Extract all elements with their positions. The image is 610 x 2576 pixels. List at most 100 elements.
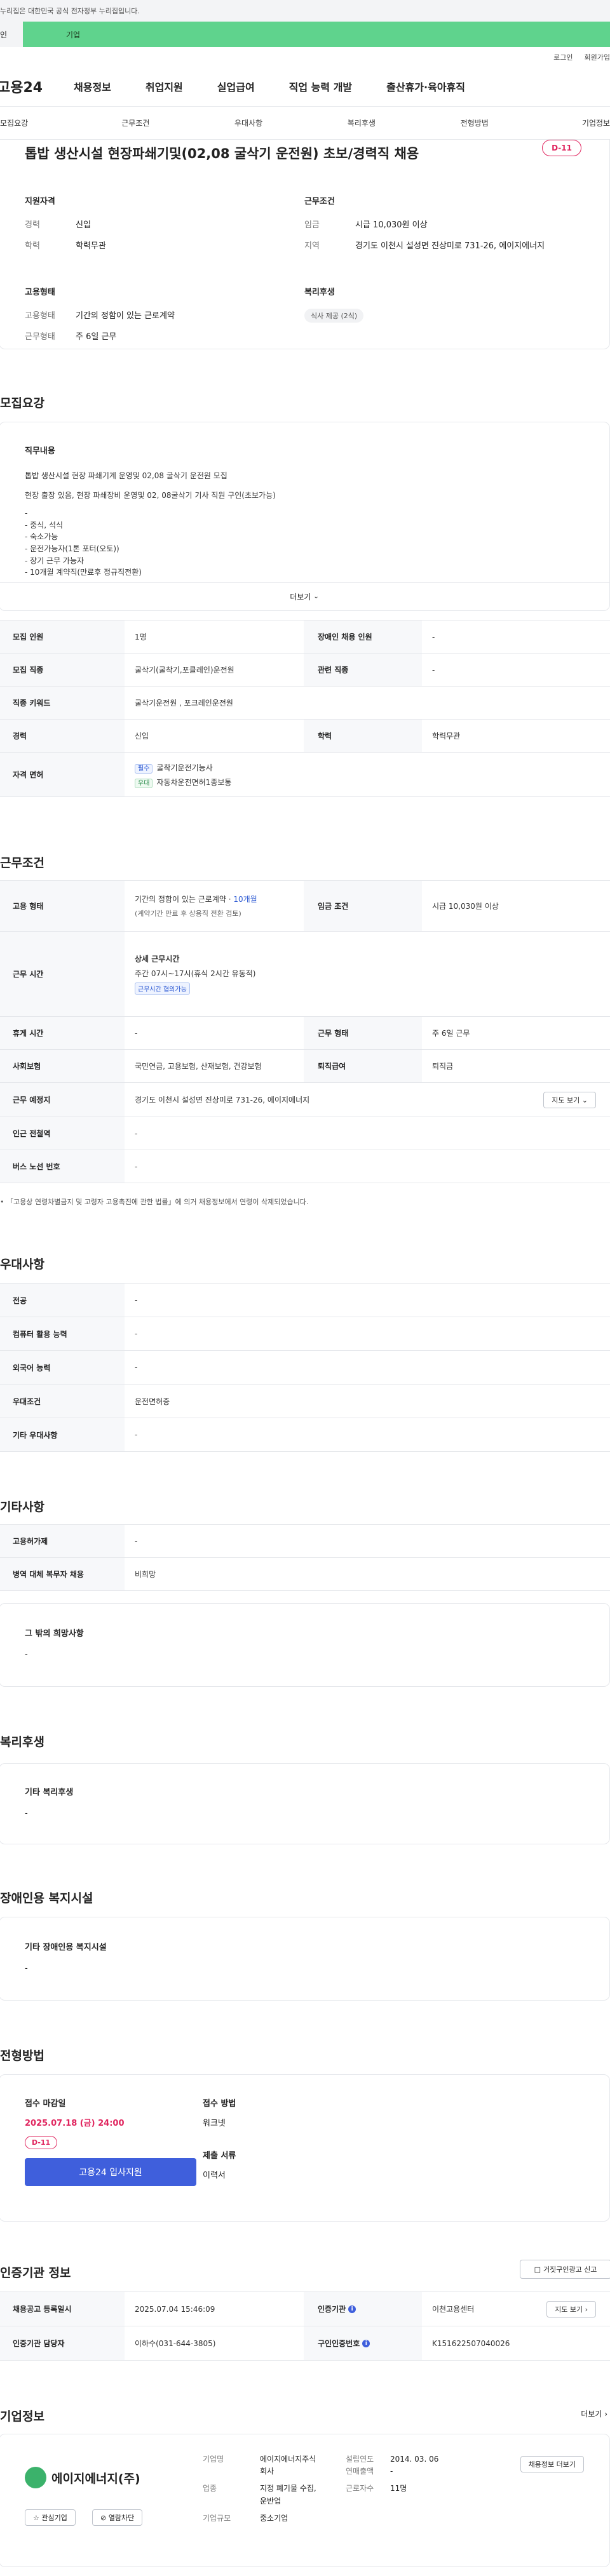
more-label: 더보기 xyxy=(290,593,311,601)
preferred-tag: 우대 xyxy=(135,778,153,788)
chevron-right-icon: › xyxy=(585,2305,588,2314)
table-header: 병역 대체 복무자 채용 xyxy=(0,1558,125,1590)
table-cell: - xyxy=(135,1028,138,1038)
table-header: 근무 시간 xyxy=(0,932,125,1016)
block-view-button[interactable]: ⊘ 열람차단 xyxy=(92,2509,143,2526)
table-cell: - xyxy=(135,1536,138,1546)
agency-cell: 이천고용센터 지도 보기 › xyxy=(422,2292,610,2326)
table-header: 근무 형태 xyxy=(304,1017,422,1049)
table-cell: - xyxy=(135,1363,138,1372)
agency-value: 이천고용센터 xyxy=(432,2305,475,2314)
table-cell: - xyxy=(135,1329,138,1338)
tab-company[interactable]: 기업정보 xyxy=(531,117,610,128)
qual-label: 학력 xyxy=(25,241,40,251)
hours-heading: 상세 근무시간 xyxy=(135,955,180,963)
map-button-label: 지도 보기 xyxy=(552,1096,580,1104)
dday-badge: D-11 xyxy=(542,140,581,156)
qual-value: 학력무관 xyxy=(76,241,106,251)
site-logo[interactable]: 고용24 xyxy=(0,76,74,97)
recruit-section-title: 모집요강 xyxy=(0,396,44,410)
tab-conditions[interactable]: 근무조건 xyxy=(79,117,192,128)
interest-company-button[interactable]: ☆ 관심기업 xyxy=(25,2509,76,2526)
gnb-item-unemployment[interactable]: 실업급여 xyxy=(217,79,255,94)
welfare-value: - xyxy=(25,1809,28,1818)
qual-value: 신입 xyxy=(76,220,91,230)
table-cell: 운전면허증 xyxy=(135,1397,170,1406)
block-icon: ⊘ xyxy=(100,2514,109,2522)
star-icon: ☆ xyxy=(33,2514,42,2522)
table-header: 학력 xyxy=(304,720,422,752)
info-icon[interactable]: i xyxy=(348,2305,356,2313)
etc-other-box: 그 밖의 희망사항 - xyxy=(0,1603,610,1687)
tab-process[interactable]: 전형방법 xyxy=(418,117,531,128)
apply-button[interactable]: 고용24 입사지원 xyxy=(25,2158,196,2186)
company-more-link[interactable]: 더보기 › xyxy=(581,2408,607,2419)
table-cell: - xyxy=(135,1129,138,1138)
company-more-label: 더보기 xyxy=(581,2410,602,2418)
table-header: 인증기관 i xyxy=(304,2292,422,2326)
info-icon[interactable]: i xyxy=(362,2339,370,2347)
table-header: 근무 예정지 xyxy=(0,1083,125,1117)
table-cell: - xyxy=(432,665,435,674)
map-button[interactable]: 지도 보기 ⌄ xyxy=(543,1091,596,1108)
more-button[interactable]: 더보기 ⌄ xyxy=(0,582,609,610)
recruit-table: 모집 인원 1명 장애인 채용 인원 - 모집 직종 굴삭기(굴착기,포클레인)… xyxy=(0,620,610,797)
desc-line: 톱밥 생산시설 현장 파쇄기계 운영및 02,08 굴삭기 운전원 모집 xyxy=(25,471,227,480)
bullet-icon: • xyxy=(0,1198,6,1206)
report-label: 거짓구인광고 신고 xyxy=(543,2265,597,2274)
tab-welfare[interactable]: 복리후생 xyxy=(305,117,418,128)
utility-links: 로그인 회원가입 xyxy=(0,47,610,66)
qual-label: 경력 xyxy=(25,220,40,230)
table-header: 전공 xyxy=(0,1284,125,1317)
table-header: 고용허가제 xyxy=(0,1525,125,1557)
disability-heading: 기타 장애인용 복지시설 xyxy=(25,1943,107,1952)
table-cell: K151622507040026 xyxy=(432,2338,510,2348)
tab-recruit[interactable]: 모집요강 xyxy=(0,117,79,128)
tab-preference[interactable]: 우대사항 xyxy=(192,117,305,128)
false-ad-report-button[interactable]: □ 거짓구인광고 신고 xyxy=(520,2260,610,2279)
table-cell: 국민연금, 고용보험, 산재보험, 건강보험 xyxy=(135,1062,262,1071)
employees-label: 근로자수 xyxy=(346,2484,374,2493)
company-jobs-button[interactable]: 채용정보 더보기 xyxy=(520,2456,584,2472)
condition-block: 근무조건 임금 시급 10,030원 이상 지역 경기도 이천시 설성면 진상미로 … xyxy=(304,194,584,260)
section-tabs: 모집요강 근무조건 우대사항 복리후생 전형방법 기업정보 xyxy=(0,107,610,140)
chevron-right-icon: › xyxy=(604,2410,607,2418)
emp-type-note: (계약기간 만료 후 상용직 전환 검토) xyxy=(135,909,241,918)
desc-line: - 운전가능자(1톤 포터(오토)) xyxy=(25,544,119,553)
hours-chip: 근무시간 협의가능 xyxy=(135,983,190,995)
login-link[interactable]: 로그인 xyxy=(553,52,573,66)
desc-line: - 중식, 석식 xyxy=(25,520,63,530)
employment-block: 고용형태 고용형태 기간의 정함이 있는 근로계약 근무형태 주 6일 근무 xyxy=(25,285,304,351)
sales-value: - xyxy=(390,2467,393,2476)
cond-label: 지역 xyxy=(304,241,320,251)
condition-heading: 근무조건 xyxy=(304,197,335,206)
table-cell: 신입 xyxy=(135,732,149,741)
emp-value: 주 6일 근무 xyxy=(76,332,117,342)
signup-link[interactable]: 회원가입 xyxy=(585,52,610,66)
gnb-item-employment-support[interactable]: 취업지원 xyxy=(146,79,183,94)
desc-line: - 10개월 계약직(만료후 정규직전환) xyxy=(25,568,142,577)
emp-type-text: 기간의 정함이 있는 근로계약 · xyxy=(135,895,234,904)
employment-heading: 고용형태 xyxy=(25,288,55,297)
etc-other-heading: 그 밖의 희망사항 xyxy=(25,1629,84,1639)
company-card: 에이지에너지(주) ☆ 관심기업 ⊘ 열람차단 기업명 에이지에너지주식 회사 설… xyxy=(0,2434,610,2567)
welfare-block: 복리후생 식사 제공 (2식) xyxy=(304,285,584,351)
etc-section-title: 기타사항 xyxy=(0,1500,44,1514)
place-value: 경기도 이천시 설성면 진상미로 731-26, 에이지에너지 xyxy=(135,1096,310,1104)
notice-banner[interactable]: 기업 xyxy=(23,22,610,47)
welfare-chip: 식사 제공 (2식) xyxy=(304,309,364,323)
docs-value: 이력서 xyxy=(203,2171,226,2180)
etc-other-value: - xyxy=(25,1650,28,1660)
gnb-item-leave[interactable]: 출산휴가·육아휴직 xyxy=(386,79,465,94)
table-header: 관련 직종 xyxy=(304,654,422,686)
company-section-title: 기업정보 xyxy=(0,2410,44,2424)
industry-line2: 운반업 xyxy=(260,2496,281,2506)
job-description-box: 직무내용 톱밥 생산시설 현장 파쇄기계 운영및 02,08 굴삭기 운전원 모… xyxy=(0,422,610,611)
desc-line: - 장기 근무 가능자 xyxy=(25,556,85,565)
gnb-item-training[interactable]: 직업 능력 개발 xyxy=(289,79,352,94)
agency-map-button[interactable]: 지도 보기 › xyxy=(546,2300,596,2318)
preference-table: 전공 - 컴퓨터 활용 능력 - 외국어 능력 - 우대조건 운전면허증 기타 우대사항… xyxy=(0,1283,610,1452)
table-header: 사회보험 xyxy=(0,1050,125,1082)
condition-section-title: 근무조건 xyxy=(0,856,44,870)
gnb-item-jobs[interactable]: 채용정보 xyxy=(74,79,111,94)
